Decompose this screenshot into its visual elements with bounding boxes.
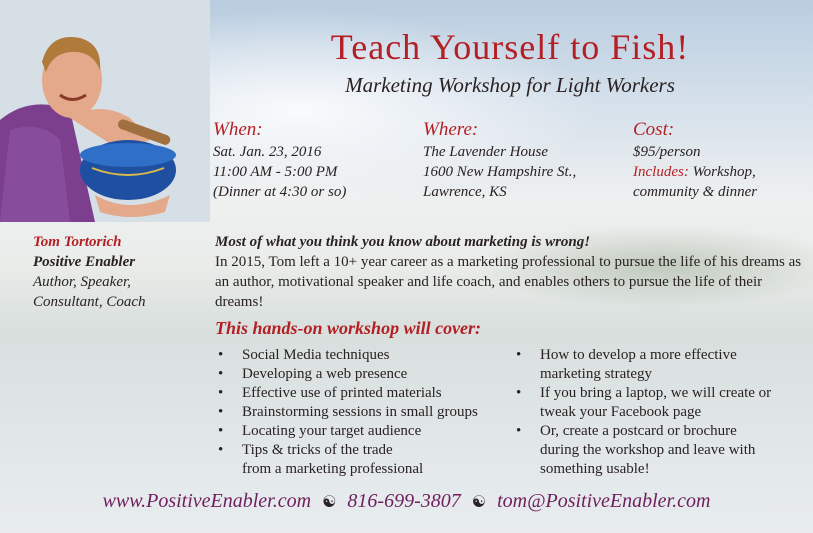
intro-text: Most of what you think you know about ma… — [215, 232, 805, 312]
workshop-list-left: Social Media techniques Developing a web… — [215, 346, 515, 479]
workshop-heading: This hands-on workshop will cover: — [215, 318, 482, 338]
page-subtitle: Marketing Workshop for Light Workers — [345, 73, 675, 97]
presenter-name: Tom Tortorich — [33, 234, 122, 250]
list-item: Brainstorming sessions in small groups — [215, 403, 515, 422]
where-section: Where: The Lavender House 1600 New Hamps… — [423, 120, 576, 202]
when-section: When: Sat. Jan. 23, 2016 11:00 AM - 5:00… — [213, 120, 346, 202]
when-dinner: (Dinner at 4:30 or so) — [213, 184, 347, 200]
yin-yang-icon: ☯ — [322, 494, 337, 511]
list-item: Locating your target audience — [215, 422, 515, 441]
phone-number[interactable]: 816-699-3807 — [347, 490, 460, 512]
workshop-list-right: How to develop a more effectivemarketing… — [513, 346, 813, 479]
cost-includes-label: Includes: — [633, 164, 689, 180]
page-title: Teach Yourself to Fish! — [330, 27, 690, 67]
list-item: Social Media techniques — [215, 346, 515, 365]
where-city: Lawrence, KS — [423, 184, 507, 200]
when-heading: When: — [213, 119, 263, 140]
where-heading: Where: — [423, 119, 479, 140]
presenter-desc-1: Author, Speaker, — [33, 274, 131, 290]
where-venue: The Lavender House — [423, 144, 548, 160]
list-item: Effective use of printed materials — [215, 384, 515, 403]
list-item: If you bring a laptop, we will create or… — [513, 384, 813, 422]
cost-heading: Cost: — [633, 119, 675, 140]
intro-lead: Most of what you think you know about ma… — [215, 234, 591, 250]
yin-yang-icon: ☯ — [471, 494, 487, 511]
cost-includes-line2: community & dinner — [633, 184, 758, 200]
list-item: Tips & tricks of the tradefrom a marketi… — [215, 441, 515, 479]
presenter-photo — [0, 0, 210, 222]
contact-footer: www.PositiveEnabler.com ☯ 816-699-3807 ☯… — [0, 490, 813, 513]
presenter-role: Positive Enabler — [33, 254, 136, 270]
presenter-desc-2: Consultant, Coach — [33, 294, 146, 310]
when-time: 11:00 AM - 5:00 PM — [213, 164, 338, 180]
intro-body: In 2015, Tom left a 10+ year career as a… — [215, 254, 802, 310]
presenter-info: Tom Tortorich Positive Enabler Author, S… — [33, 232, 146, 312]
where-street: 1600 New Hampshire St., — [423, 164, 577, 180]
list-item: How to develop a more effectivemarketing… — [513, 346, 813, 384]
list-item: Or, create a postcard or brochureduring … — [513, 422, 813, 479]
cost-includes-text: Workshop, — [692, 164, 756, 180]
cost-includes: Includes: Workshop, — [633, 162, 757, 182]
website-link[interactable]: www.PositiveEnabler.com — [103, 490, 312, 512]
when-date: Sat. Jan. 23, 2016 — [213, 144, 322, 160]
cost-price: $95/person — [633, 144, 701, 160]
cost-section: Cost: $95/person Includes: Workshop, com… — [633, 120, 757, 202]
email-link[interactable]: tom@PositiveEnabler.com — [497, 490, 710, 512]
list-item: Developing a web presence — [215, 365, 515, 384]
